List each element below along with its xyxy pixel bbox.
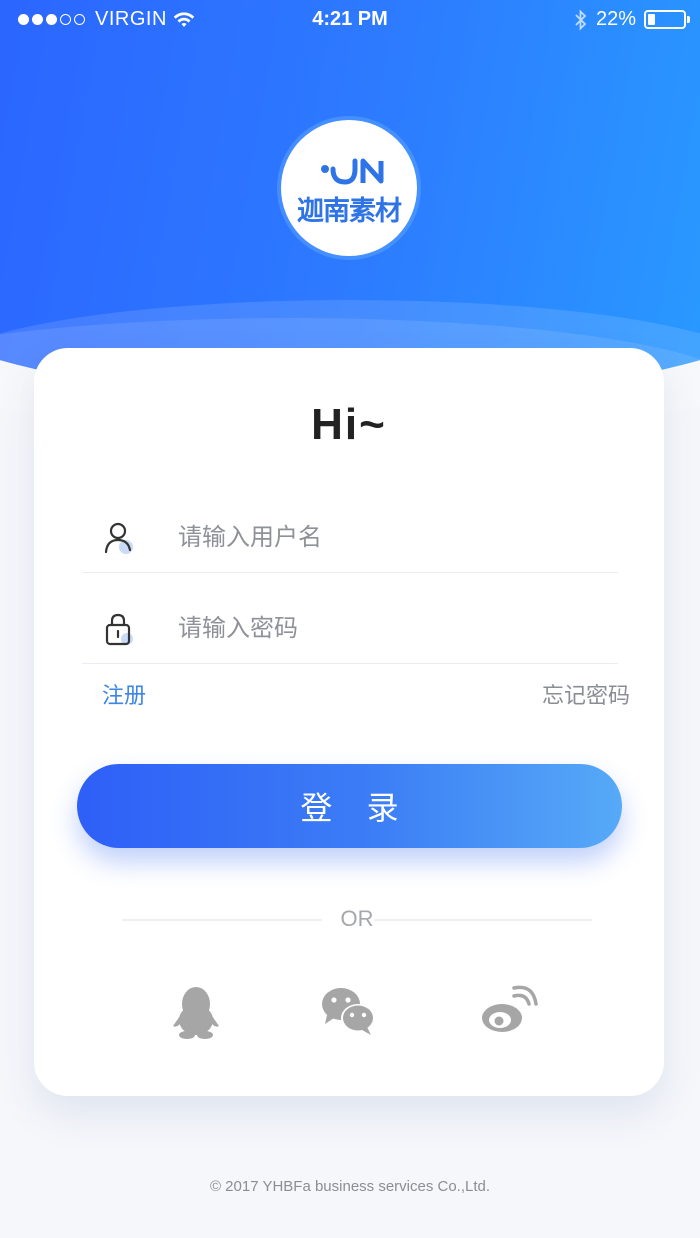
battery-percentage: 22%	[595, 8, 636, 30]
register-link[interactable]: 注册	[102, 678, 146, 710]
username-field[interactable]	[82, 503, 618, 573]
status-bar: VIRGIN 4:21 PM 22%	[0, 0, 700, 40]
username-input[interactable]	[178, 517, 598, 557]
login-button[interactable]: 登 录	[77, 764, 622, 848]
wechat-icon[interactable]	[319, 984, 379, 1040]
battery-level	[648, 14, 656, 25]
greeting-title: Hi~	[311, 400, 387, 449]
or-divider: OR	[122, 904, 592, 934]
login-card: Hi~ 注册 忘记密码 登 录 OR	[34, 348, 664, 1096]
user-icon	[104, 522, 133, 554]
password-field[interactable]	[82, 594, 618, 664]
status-right: 22%	[574, 8, 690, 31]
weibo-icon[interactable]	[478, 984, 538, 1040]
logo-text: 迦南素材	[297, 196, 402, 226]
bluetooth-icon	[575, 8, 587, 31]
password-input[interactable]	[178, 608, 598, 648]
logo-mark-icon	[321, 158, 384, 185]
app-logo: 迦南素材	[281, 120, 417, 256]
qq-icon[interactable]	[166, 984, 226, 1040]
battery-icon	[644, 10, 690, 29]
divider-line	[374, 919, 592, 921]
copyright-footer: © 2017 YHBFa business services Co.,Ltd.	[209, 1178, 491, 1195]
lock-icon	[105, 613, 133, 646]
forgot-password-link[interactable]: 忘记密码	[542, 678, 630, 710]
